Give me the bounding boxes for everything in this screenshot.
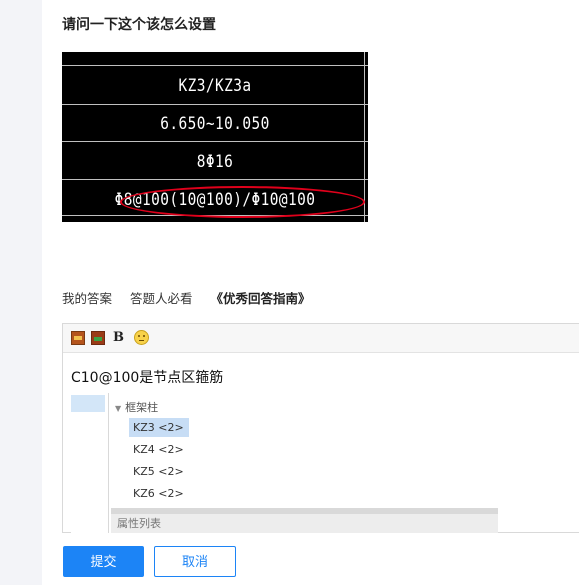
selected-cell [71, 395, 105, 412]
cad-row-rebar: 8Φ16 [196, 152, 234, 172]
tree-header: ▼ 框架柱 [115, 399, 158, 415]
question-page: 请问一下这个该怎么设置 KZ3/KZ3a 6.650~10.050 8Φ16 Φ… [42, 0, 579, 585]
embedded-screenshot: ▼ 框架柱 KZ3 <2> KZ4 <2> KZ5 <2> KZ6 <2> 属性列… [71, 393, 498, 533]
bold-button[interactable]: B [113, 330, 124, 345]
cad-line [62, 65, 368, 66]
answer-guide-link[interactable]: 《优秀回答指南》 [211, 291, 311, 306]
cad-line [62, 104, 368, 105]
cad-line [364, 52, 365, 222]
tree-item: KZ3 <2> [129, 418, 189, 437]
divider [108, 393, 109, 533]
highlight-ellipse [120, 186, 365, 218]
cad-row-elevation: 6.650~10.050 [160, 114, 270, 134]
cad-line [62, 141, 368, 142]
cancel-button[interactable]: 取消 [154, 546, 236, 577]
tree-item: KZ4 <2> [133, 443, 184, 456]
caret-down-icon: ▼ [115, 404, 122, 413]
question-title: 请问一下这个该怎么设置 [62, 17, 216, 33]
answer-editor[interactable]: B C10@100是节点区箍筋 ▼ 框架柱 KZ3 <2> KZ4 <2> KZ5… [62, 323, 579, 533]
property-list-header: 属性列表 [111, 514, 498, 533]
question-cad-image: KZ3/KZ3a 6.650~10.050 8Φ16 Φ8@100(10@100… [62, 52, 368, 222]
editor-toolbar: B [63, 324, 579, 353]
answer-tabs: 我的答案 答题人必看 《优秀回答指南》 [62, 288, 311, 307]
must-read-label: 答题人必看 [130, 291, 193, 306]
editor-content-text[interactable]: C10@100是节点区箍筋 [71, 367, 223, 387]
cad-row-member: KZ3/KZ3a [178, 76, 252, 96]
screenshot-icon[interactable] [91, 331, 105, 345]
tree-header-label: 框架柱 [125, 401, 159, 414]
tree-item: KZ6 <2> [133, 487, 184, 500]
tree-item: KZ5 <2> [133, 465, 184, 478]
submit-button[interactable]: 提交 [63, 546, 144, 577]
cad-line [62, 179, 368, 180]
tab-my-answer[interactable]: 我的答案 [62, 291, 112, 306]
image-icon[interactable] [71, 331, 85, 345]
emoji-icon[interactable] [134, 330, 149, 345]
